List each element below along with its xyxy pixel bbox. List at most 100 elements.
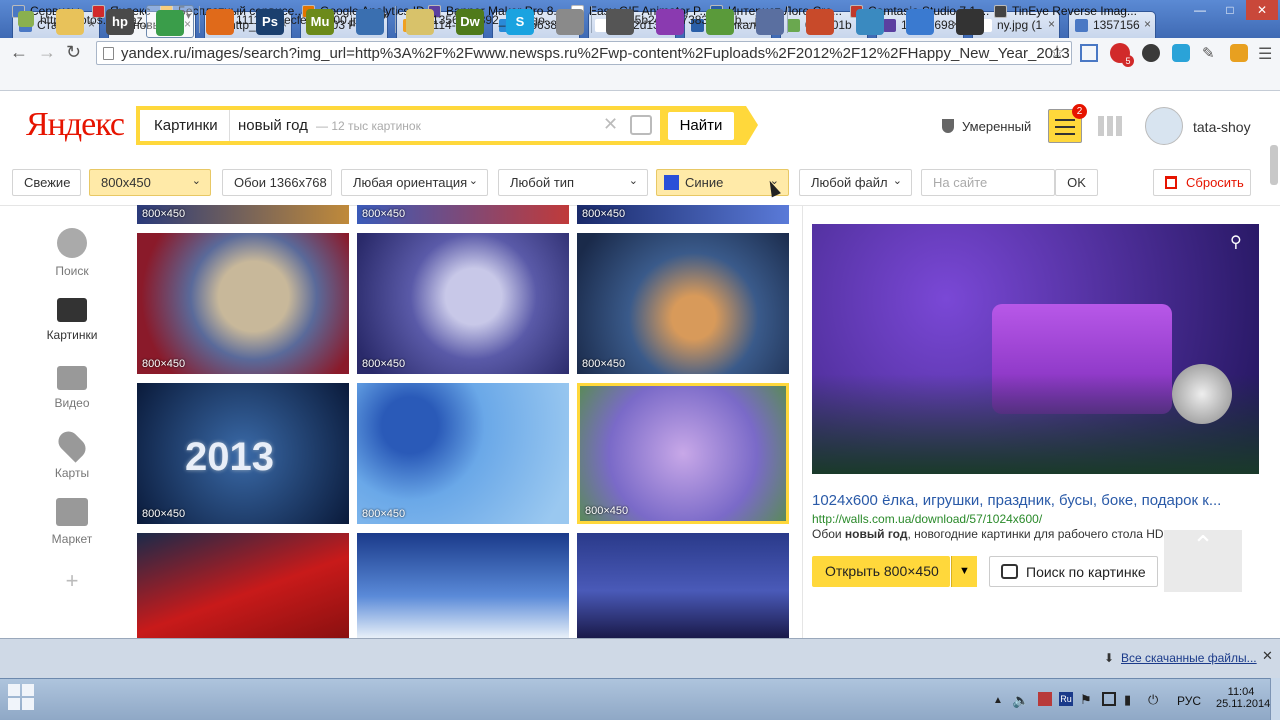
image-thumb-coca-cola-truck[interactable]: [137, 533, 349, 638]
notes-icon[interactable]: [396, 5, 444, 38]
filter-orientation[interactable]: Любая ориентация ⌄: [341, 169, 488, 196]
back-icon[interactable]: ←: [10, 42, 28, 63]
show-desktop-button[interactable]: [1270, 678, 1280, 720]
antivirus-icon[interactable]: [1038, 692, 1052, 706]
image-thumb-selected[interactable]: 800×450: [577, 383, 789, 524]
bookmark-star-icon[interactable]: ☆: [1049, 42, 1065, 63]
open-size-dropdown[interactable]: ▼: [951, 556, 977, 587]
image-thumb-blue-balls[interactable]: 800×450: [357, 383, 569, 524]
filter-file[interactable]: Любой файл ⌄: [799, 169, 912, 196]
image-thumb-ornament[interactable]: 800×450: [357, 233, 569, 374]
preview-image[interactable]: ⚲: [812, 224, 1259, 474]
tool-icon[interactable]: [696, 5, 744, 38]
cloud-icon[interactable]: [896, 5, 944, 38]
nav-maps[interactable]: Карты: [40, 427, 104, 480]
nav-video[interactable]: Видео: [40, 366, 104, 410]
yandex-logo[interactable]: Яндекс: [26, 106, 125, 144]
camera-icon[interactable]: [946, 5, 994, 38]
address-bar[interactable]: yandex.ru/images/search?img_url=http%3A%…: [96, 41, 1072, 65]
minimize-button[interactable]: —: [1186, 0, 1214, 20]
scrollbar-thumb[interactable]: [1270, 145, 1278, 185]
reset-filters-button[interactable]: Сбросить: [1153, 169, 1251, 196]
image-thumb-night-town[interactable]: [577, 533, 789, 638]
muse-icon[interactable]: Mu: [296, 5, 344, 38]
clear-icon[interactable]: ✕: [603, 114, 618, 135]
close-tab-icon[interactable]: ×: [1144, 17, 1151, 31]
site-ok-button[interactable]: OK: [1055, 169, 1098, 196]
nav-images-label: Картинки: [46, 328, 98, 342]
filter-size[interactable]: 800x450 ⌄: [89, 169, 211, 196]
image-thumb[interactable]: 800×450: [357, 205, 569, 224]
preview-url[interactable]: http://walls.com.ua/download/57/1024x600…: [812, 512, 1042, 526]
filter-type[interactable]: Любой тип ⌄: [498, 169, 648, 196]
search-service-tab[interactable]: Картинки: [146, 110, 230, 141]
nav-market[interactable]: Маркет: [40, 498, 104, 546]
more-services-icon[interactable]: +: [40, 568, 104, 594]
image-thumb[interactable]: 800×450: [577, 205, 789, 224]
screen-icon[interactable]: [846, 5, 894, 38]
avatar[interactable]: [1145, 107, 1183, 145]
image-thumb-gingerbread[interactable]: 800×450: [577, 233, 789, 374]
forward-icon[interactable]: →: [38, 42, 56, 63]
maximize-button[interactable]: □: [1216, 0, 1244, 20]
tray-expand-icon[interactable]: ▲: [993, 695, 1003, 706]
power-icon[interactable]: ⏻: [1148, 692, 1158, 708]
site-input[interactable]: На сайте: [921, 169, 1055, 196]
close-tab-icon[interactable]: ×: [1048, 17, 1055, 31]
close-window-button[interactable]: ✕: [1246, 0, 1278, 20]
tux-icon[interactable]: [596, 5, 644, 38]
start-windows-icon[interactable]: [8, 684, 36, 712]
search-by-image-button[interactable]: Поиск по картинке: [989, 556, 1158, 587]
skype-icon[interactable]: S: [496, 5, 544, 38]
apps-grid-icon[interactable]: [1080, 44, 1098, 62]
username[interactable]: tata-shoy: [1193, 119, 1251, 135]
nav-images[interactable]: Картинки: [40, 298, 104, 342]
image-thumb-winter-forest[interactable]: [357, 533, 569, 638]
close-downloads-icon[interactable]: ✕: [1262, 648, 1273, 664]
taskbar-app-glyph: [856, 9, 884, 35]
open-image-button[interactable]: Открыть 800×450: [812, 556, 950, 587]
preview-title[interactable]: 1024x600 ёлка, игрушки, праздник, бусы, …: [812, 492, 1252, 509]
extension-orange-icon[interactable]: [1230, 44, 1248, 62]
flag-icon[interactable]: ⚑: [1080, 692, 1092, 708]
camera-icon: [1001, 564, 1018, 579]
image-thumb-teddy-bear[interactable]: 800×450: [137, 233, 349, 374]
zoom-icon[interactable]: ⚲: [1230, 232, 1242, 252]
language-indicator[interactable]: РУС: [1177, 694, 1201, 708]
show-all-downloads-link[interactable]: Все скачанные файлы...: [1121, 651, 1257, 665]
camera-search-icon[interactable]: [630, 115, 652, 135]
nav-search[interactable]: Поиск: [40, 228, 104, 278]
search-input[interactable]: Картинки новый год — 12 тыс картинок ✕: [140, 110, 660, 141]
card-icon[interactable]: [796, 5, 844, 38]
network-icon[interactable]: [1102, 692, 1116, 706]
reload-icon[interactable]: ↻: [66, 42, 81, 63]
chrome-icon[interactable]: [146, 5, 194, 38]
chrome-menu-icon[interactable]: ☰: [1258, 44, 1272, 64]
extension-blue-icon[interactable]: [1172, 44, 1190, 62]
clock[interactable]: 11:04 25.11.2014: [1216, 686, 1270, 710]
explorer-icon[interactable]: [46, 5, 94, 38]
safe-search-level[interactable]: Умеренный: [962, 119, 1031, 134]
tools-icon[interactable]: ✎: [1202, 44, 1220, 62]
firefox-icon[interactable]: [196, 5, 244, 38]
image-thumb-2013[interactable]: 2013 800×450: [137, 383, 349, 524]
media-icon[interactable]: [346, 5, 394, 38]
gem-icon[interactable]: [646, 5, 694, 38]
bookmark-item[interactable]: TinEye Reverse Imag...: [994, 4, 1137, 18]
services-grid-icon[interactable]: [1098, 116, 1122, 136]
paint-icon[interactable]: [546, 5, 594, 38]
hp-icon[interactable]: hp: [96, 5, 144, 38]
filter-fresh[interactable]: Свежие: [12, 169, 81, 196]
dreamweaver-icon[interactable]: Dw: [446, 5, 494, 38]
search-button[interactable]: Найти: [668, 112, 734, 140]
filter-wallpaper[interactable]: Обои 1366x768: [222, 169, 332, 196]
volume-icon[interactable]: 🔈: [1012, 692, 1029, 709]
image-thumb[interactable]: 800×450: [137, 205, 349, 224]
scroll-up-button[interactable]: ⌃: [1164, 530, 1242, 592]
extension-camera-icon[interactable]: [1142, 44, 1160, 62]
cart-icon: [56, 498, 88, 526]
ru-layout-icon[interactable]: Ru: [1059, 692, 1073, 706]
battery-icon[interactable]: ▮: [1124, 692, 1131, 708]
mail-icon[interactable]: [746, 5, 794, 38]
photoshop-icon[interactable]: Ps: [246, 5, 294, 38]
